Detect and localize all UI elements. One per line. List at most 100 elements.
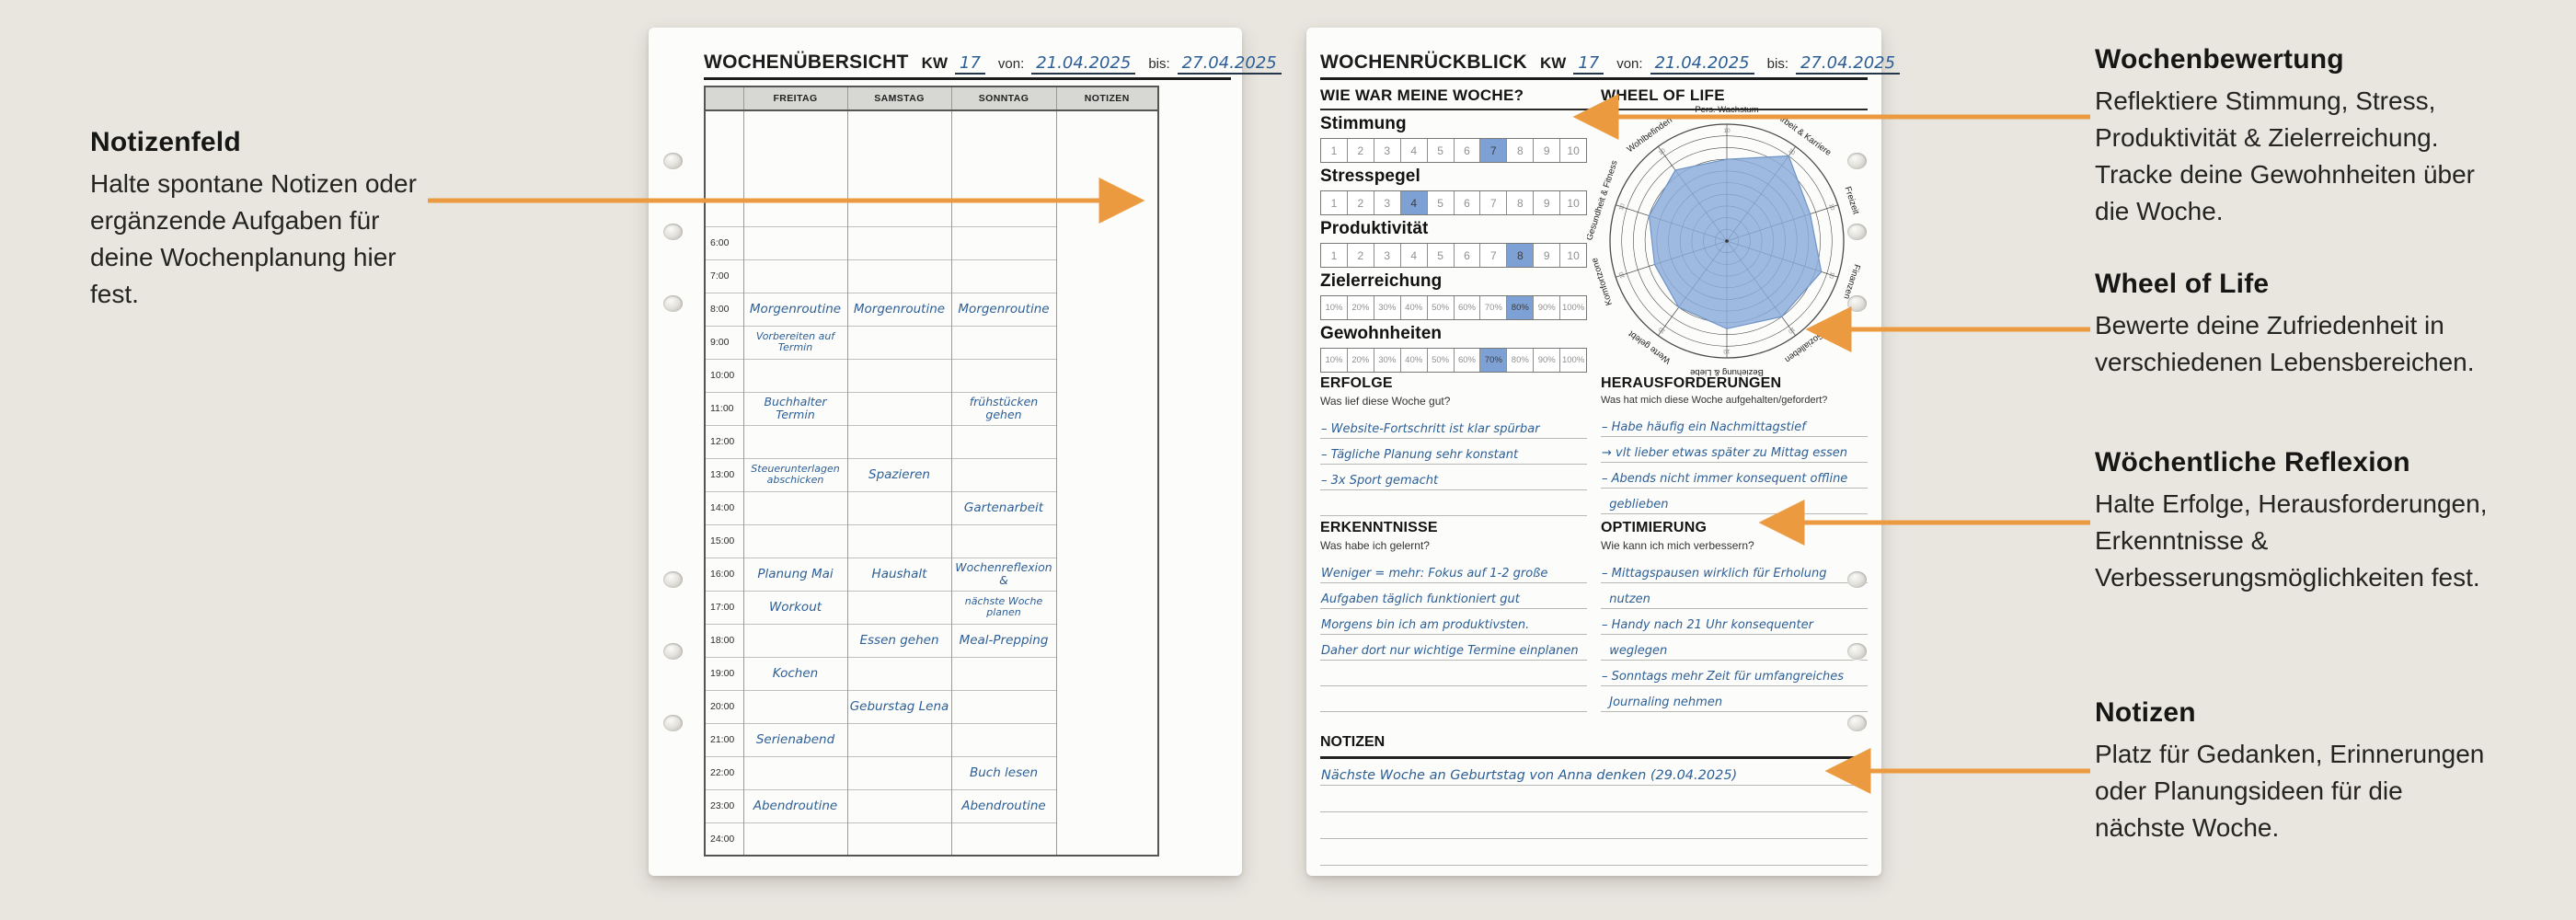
schedule-cell <box>847 822 951 856</box>
radar-category-label: Wohlbefinden <box>1626 115 1674 155</box>
radar-center-dot <box>1725 239 1729 243</box>
scale-cell: 10 <box>1559 139 1586 162</box>
radar-category-label: Arbeit & Karriere <box>1775 112 1833 158</box>
scale-cell: 5 <box>1427 244 1454 267</box>
schedule-cell <box>951 359 1056 392</box>
section-title: HERAUSFORDERUNGEN <box>1601 375 1868 392</box>
von-date: 21.04.2025 <box>1650 53 1754 75</box>
bis-date: 27.04.2025 <box>1796 53 1900 75</box>
scale-cell: 50% <box>1427 296 1454 319</box>
radar-category-label: Komfortzone <box>1590 257 1615 307</box>
time-cell <box>705 201 743 226</box>
schedule-cell <box>743 690 847 723</box>
schedule-cell <box>743 226 847 259</box>
annotation-wochenbewertung: Wochenbewertung Reflektiere Stimmung, St… <box>2095 44 2555 230</box>
scale-cell: 8 <box>1506 244 1533 267</box>
scale-cell: 3 <box>1374 244 1400 267</box>
schedule-cell: Planung Mai <box>743 558 847 591</box>
time-cell: 10:00 <box>705 359 743 392</box>
scale-cell: 4 <box>1400 191 1427 214</box>
annotation-body: Bewerte deine Zufriedenheit in verschied… <box>2095 307 2555 381</box>
annotation-title: Notizenfeld <box>90 127 449 158</box>
annotation-woechentliche-reflexion: Wöchentliche Reflexion Halte Erfolge, He… <box>2095 447 2555 596</box>
scale-gewohnheiten: Gewohnheiten10%20%30%40%50%60%70%80%90%1… <box>1320 324 1587 373</box>
annotation-body: Reflektiere Stimmung, Stress, Produktivi… <box>2095 83 2555 230</box>
bis-date: 27.04.2025 <box>1178 53 1282 75</box>
schedule-entry: Steuerunterlagen abschicken <box>744 464 847 487</box>
handwritten-entry: – Mittagspausen wirklich für Erholung <box>1602 567 1827 581</box>
ruled-line <box>1320 490 1587 516</box>
schedule-cell <box>951 690 1056 723</box>
von-label: von: <box>998 56 1024 72</box>
scale-cell: 1 <box>1321 139 1347 162</box>
scale-cell: 70% <box>1479 296 1506 319</box>
von-label: von: <box>1616 56 1642 72</box>
review-page: WOCHENRÜCKBLICK KW17 von:21.04.2025 bis:… <box>1306 28 1881 876</box>
scale-cell: 90% <box>1533 296 1559 319</box>
scale-stimmung: Stimmung12345678910 <box>1320 114 1587 163</box>
binder-hole <box>663 153 683 169</box>
time-cell <box>705 110 743 201</box>
ruled-line <box>1320 839 1868 866</box>
radar-scale-tick: 10 <box>1618 202 1627 211</box>
schedule-cell: Steuerunterlagen abschicken <box>743 458 847 491</box>
section-title: ERFOLGE <box>1320 375 1587 392</box>
overview-page-header: WOCHENÜBERSICHT KW17 von:21.04.2025 bis:… <box>704 52 1282 75</box>
schedule-cell <box>847 201 951 226</box>
scale-cell: 2 <box>1347 139 1374 162</box>
schedule-entry: Gartenarbeit <box>952 501 1056 515</box>
scale-cell: 5 <box>1427 139 1454 162</box>
scale-cell: 3 <box>1374 139 1400 162</box>
schedule-cell <box>951 657 1056 690</box>
handwritten-entry: nutzen <box>1602 592 1650 606</box>
schedule-cell <box>847 110 951 201</box>
scale-cell: 8 <box>1506 191 1533 214</box>
schedule-entry: Morgenroutine <box>744 303 847 316</box>
time-cell: 16:00 <box>705 558 743 591</box>
schedule-cell <box>951 458 1056 491</box>
schedule-cell: Abendroutine <box>743 789 847 822</box>
ruled-line: weglegen <box>1601 635 1868 661</box>
handwritten-entry: → vlt lieber etwas später zu Mittag esse… <box>1602 446 1847 460</box>
handwritten-entry: – Website-Fortschritt ist klar spürbar <box>1321 422 1540 436</box>
scale-cell: 20% <box>1347 296 1374 319</box>
annotation-body: Halte spontane Notizen oder ergänzende A… <box>90 166 449 313</box>
section-subtitle: Was habe ich gelernt? <box>1320 539 1587 552</box>
schedule-entry: Wochenreflexion & <box>952 561 1056 587</box>
handwritten-entry: – Habe häufig ein Nachmittagstief <box>1602 420 1806 434</box>
scale-cell: 9 <box>1533 139 1559 162</box>
scale-cell: 90% <box>1533 349 1559 372</box>
scale-cell: 10 <box>1559 244 1586 267</box>
scale-cell: 30% <box>1374 296 1400 319</box>
ruled-line <box>1320 786 1868 812</box>
heading-rule <box>1320 109 1589 110</box>
schedule-entry: Buchhalter Termin <box>744 396 847 421</box>
scale-boxes: 12345678910 <box>1320 190 1587 215</box>
scale-cell: 2 <box>1347 244 1374 267</box>
scale-cell: 6 <box>1454 244 1480 267</box>
ruled-line: – Sonntags mehr Zeit für umfangreiches <box>1601 661 1868 686</box>
annotation-title: Wochenbewertung <box>2095 44 2555 75</box>
kw-value: 17 <box>1573 53 1604 75</box>
kw-label: KW <box>1540 54 1566 73</box>
radar-category-label: Werte gelebt <box>1627 328 1673 366</box>
schedule-cell <box>743 624 847 657</box>
binder-hole <box>1847 643 1867 660</box>
scale-cell: 10% <box>1321 296 1347 319</box>
notes-column-cell <box>1056 110 1158 856</box>
handwritten-entry: Journaling nehmen <box>1602 696 1722 709</box>
scale-cell: 7 <box>1479 139 1506 162</box>
scale-cell: 60% <box>1454 296 1480 319</box>
schedule-entry: Workout <box>744 601 847 615</box>
section-subtitle: Was hat mich diese Woche aufgehalten/gef… <box>1601 395 1868 406</box>
scale-cell: 100% <box>1559 349 1586 372</box>
scale-cell: 40% <box>1400 349 1427 372</box>
radar-category-label: Freizeit <box>1842 185 1860 215</box>
section-lines: – Mittagspausen wirklich für Erholung nu… <box>1601 558 1868 712</box>
ruled-line: Journaling nehmen <box>1601 686 1868 712</box>
annotation-wheel-of-life: Wheel of Life Bewerte deine Zufriedenhei… <box>2095 269 2555 381</box>
annotation-body: Platz für Gedanken, Erinnerungen oder Pl… <box>2095 736 2555 846</box>
handwritten-entry: Weniger = mehr: Fokus auf 1-2 große <box>1321 567 1547 581</box>
scale-label: Zielerreichung <box>1320 271 1587 292</box>
schedule-entry: Abendroutine <box>952 799 1056 813</box>
